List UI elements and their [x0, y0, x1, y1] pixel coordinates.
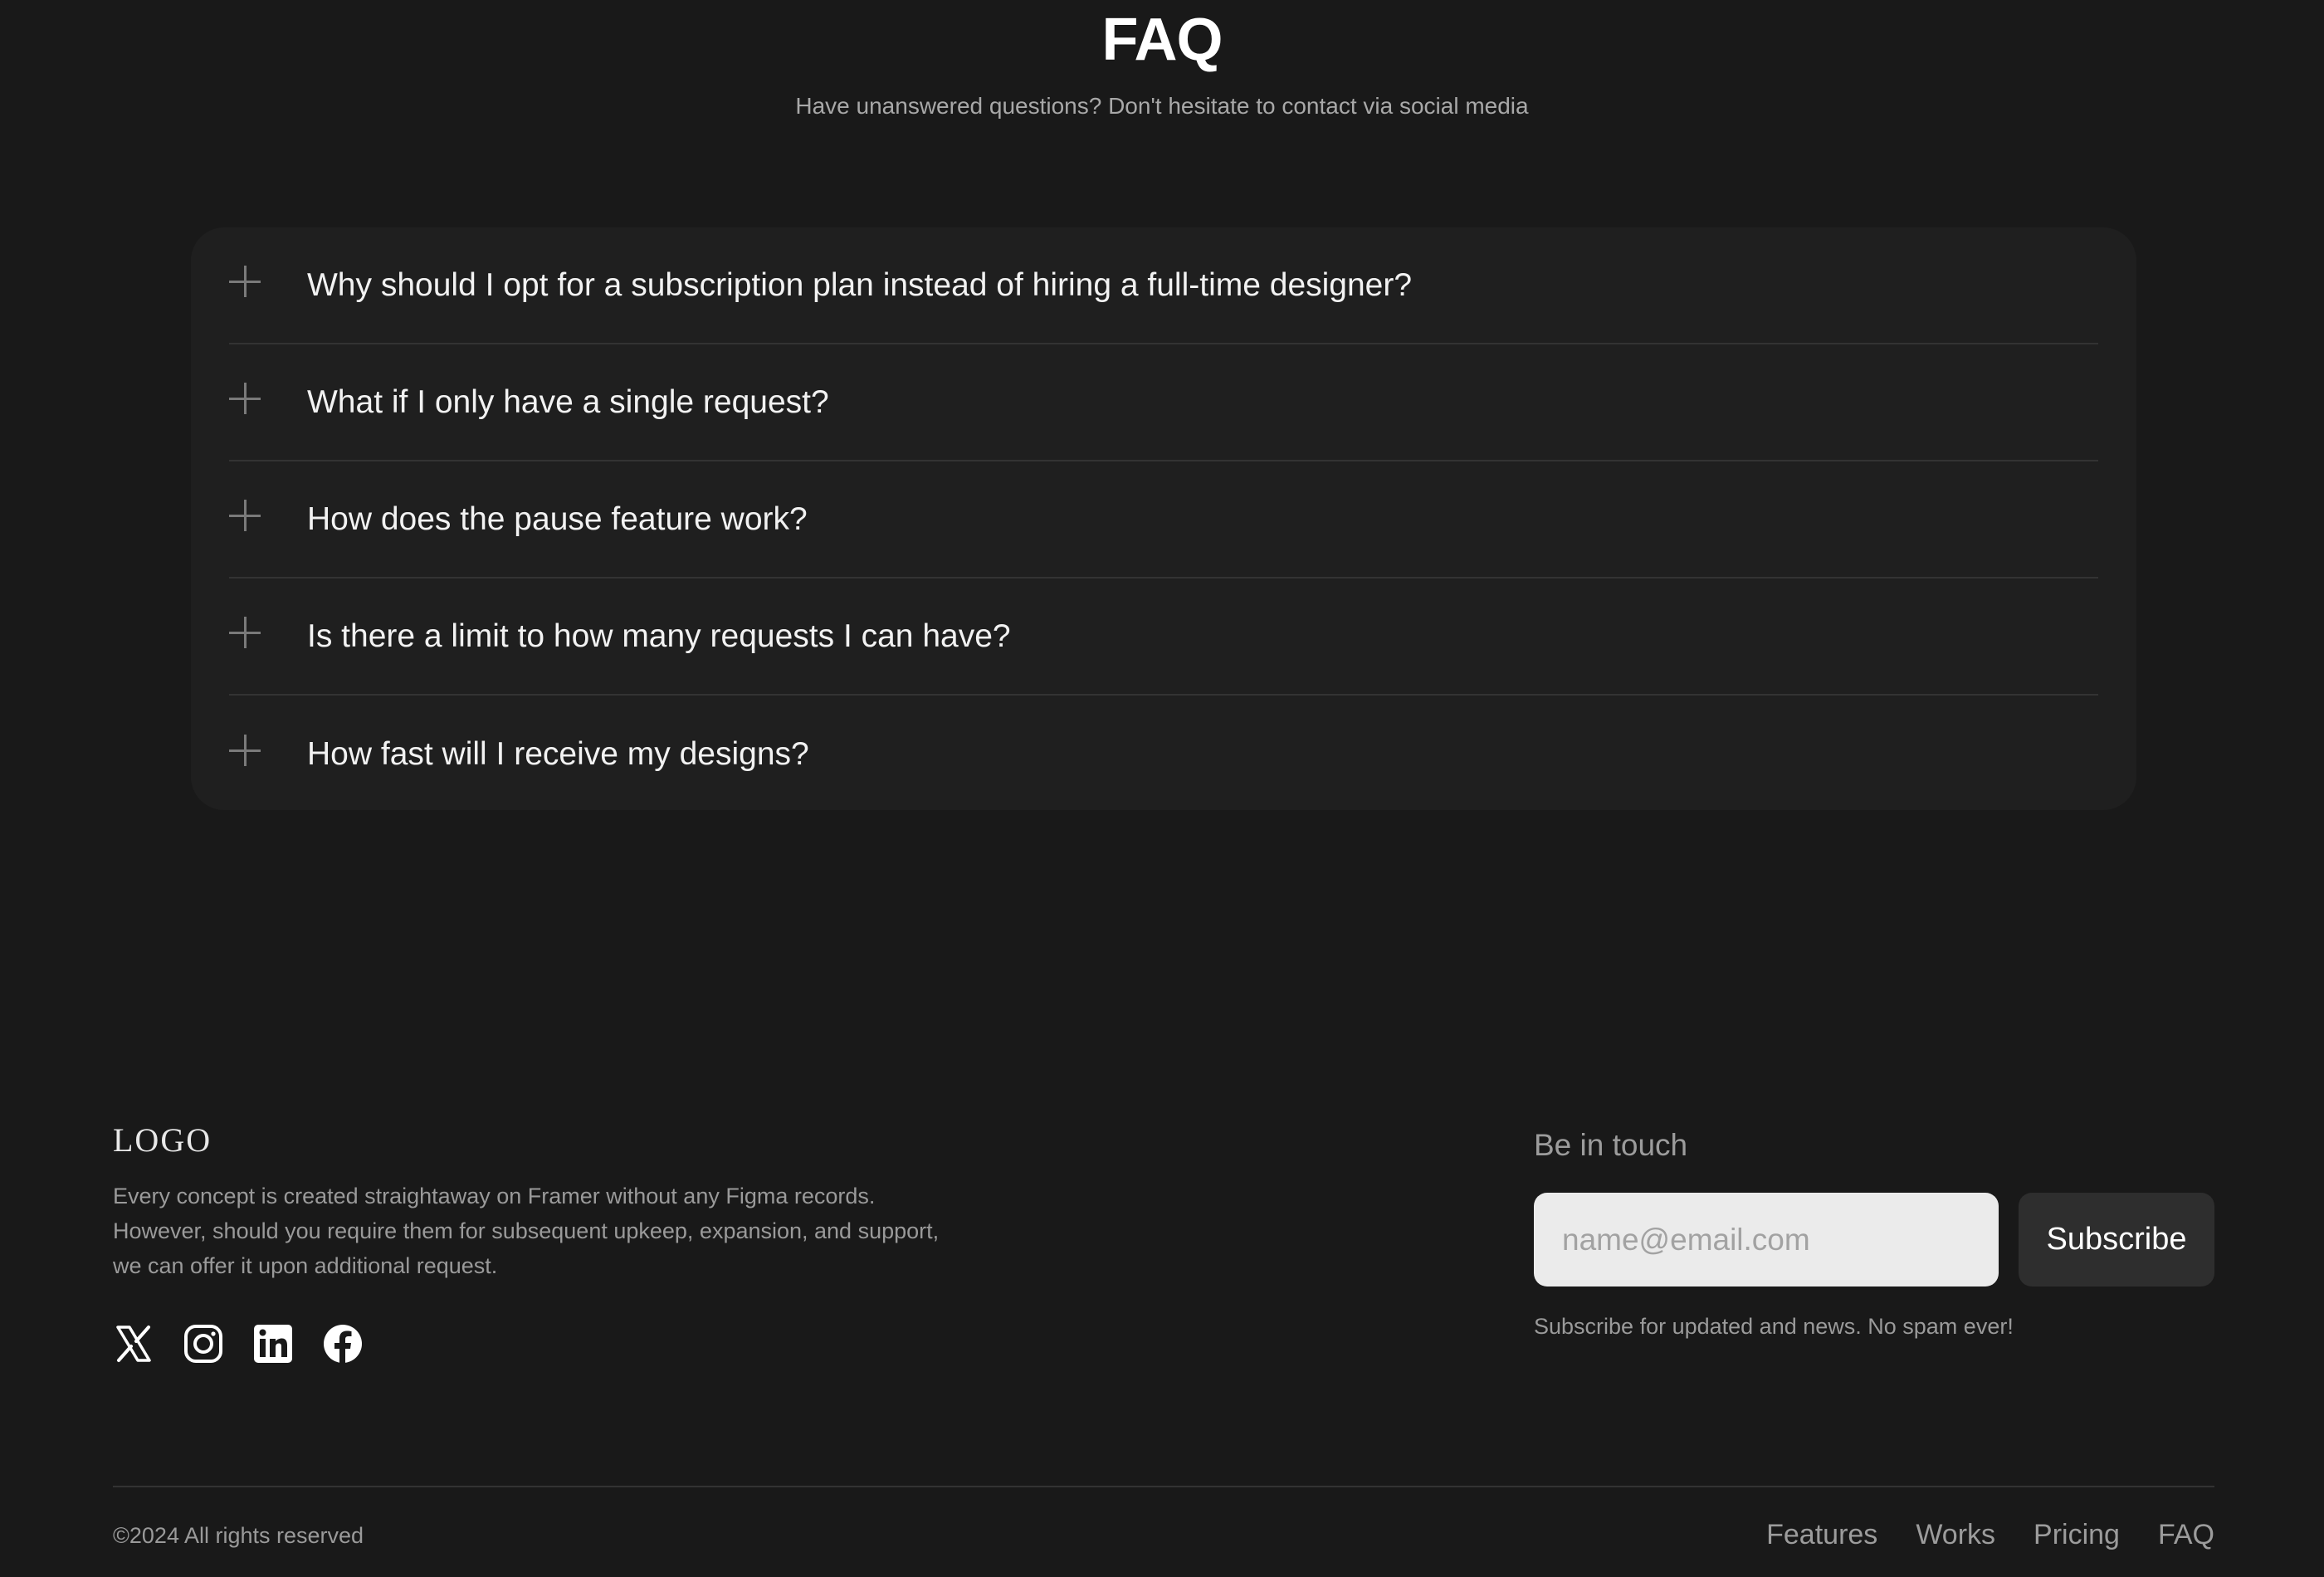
- faq-title: FAQ: [1101, 7, 1223, 73]
- email-input[interactable]: [1534, 1193, 1999, 1286]
- plus-icon[interactable]: [229, 616, 261, 648]
- faq-question: How does the pause feature work?: [307, 500, 808, 537]
- subscribe-note: Subscribe for updated and news. No spam …: [1534, 1314, 2014, 1339]
- footer-link-works[interactable]: Works: [1916, 1516, 1995, 1554]
- footer-divider: [113, 1486, 2214, 1487]
- faq-item[interactable]: How fast will I receive my designs?: [229, 696, 2098, 813]
- faq-subtitle: Have unanswered questions? Don't hesitat…: [795, 93, 1529, 119]
- plus-icon[interactable]: [229, 265, 261, 297]
- footer-link-features[interactable]: Features: [1766, 1516, 1877, 1554]
- footer-nav: Features Works Pricing FAQ: [1766, 1516, 2214, 1554]
- linkedin-icon[interactable]: [252, 1323, 294, 1365]
- faq-item[interactable]: Why should I opt for a subscription plan…: [229, 227, 2098, 344]
- footer-link-pricing[interactable]: Pricing: [2034, 1516, 2120, 1554]
- copyright-text: ©2024 All rights reserved: [113, 1523, 364, 1548]
- plus-icon[interactable]: [229, 382, 261, 414]
- newsletter-title: Be in touch: [1534, 1128, 1688, 1162]
- faq-question: How fast will I receive my designs?: [307, 735, 809, 772]
- faq-item[interactable]: What if I only have a single request?: [229, 344, 2098, 461]
- faq-question: Is there a limit to how many requests I …: [307, 618, 1011, 654]
- x-icon[interactable]: [113, 1323, 154, 1365]
- social-links: [113, 1323, 364, 1365]
- faq-question: What if I only have a single request?: [307, 383, 829, 420]
- subscribe-button[interactable]: Subscribe: [2019, 1193, 2214, 1286]
- footer-description: Every concept is created straightaway on…: [113, 1184, 940, 1278]
- plus-icon[interactable]: [229, 499, 261, 531]
- plus-icon[interactable]: [229, 734, 261, 766]
- faq-item[interactable]: How does the pause feature work?: [229, 461, 2098, 579]
- faq-question: Why should I opt for a subscription plan…: [307, 266, 1413, 303]
- facebook-icon[interactable]: [322, 1323, 364, 1365]
- faq-item[interactable]: Is there a limit to how many requests I …: [229, 579, 2098, 696]
- instagram-icon[interactable]: [183, 1323, 224, 1365]
- page: FAQ Have unanswered questions? Don't hes…: [0, 0, 2324, 1577]
- faq-accordion: Why should I opt for a subscription plan…: [191, 227, 2136, 810]
- footer-logo[interactable]: LOGO: [113, 1119, 212, 1162]
- footer-link-faq[interactable]: FAQ: [2158, 1516, 2214, 1554]
